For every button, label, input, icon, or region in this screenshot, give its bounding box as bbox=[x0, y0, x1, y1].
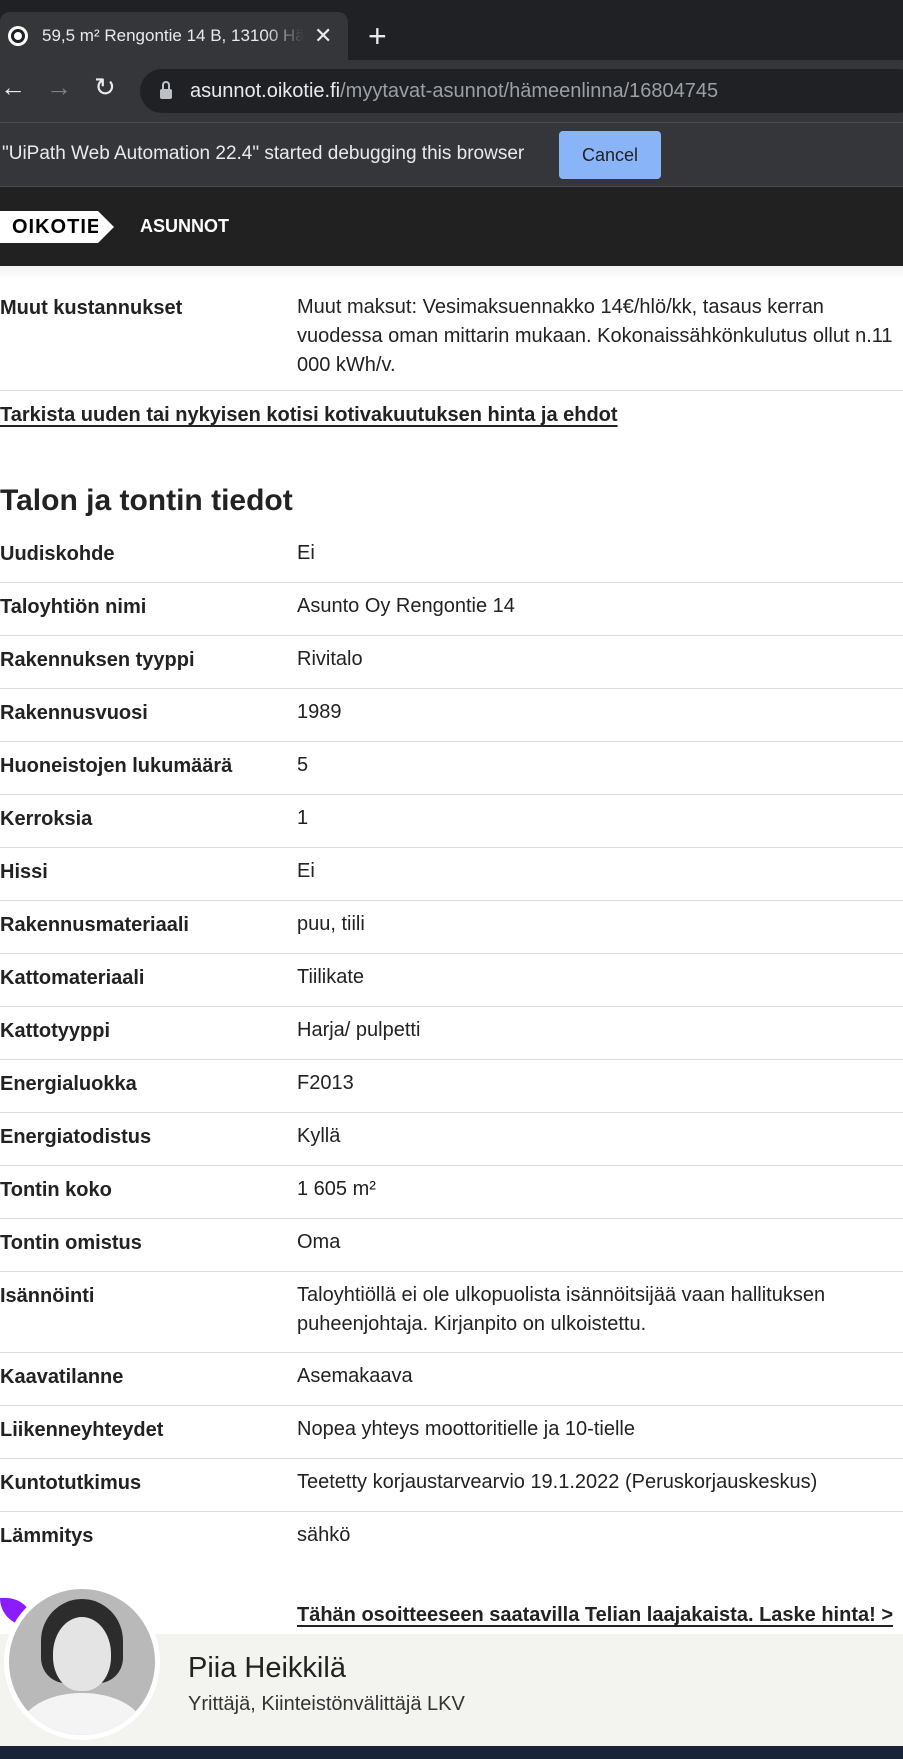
row-label: Tontin koko bbox=[0, 1179, 112, 1201]
row-label: Kuntotutkimus bbox=[0, 1472, 142, 1494]
row-label: Energialuokka bbox=[0, 1073, 137, 1095]
row-label: Liikenneyhteydet bbox=[0, 1419, 164, 1441]
new-tab-icon[interactable]: + bbox=[368, 20, 387, 52]
site-header: OIKOTIE ASUNNOT bbox=[0, 187, 903, 266]
agent-title: Yrittäjä, Kiinteistönvälittäjä LKV bbox=[188, 1693, 465, 1715]
table-row: Taloyhtiön nimi Asunto Oy Rengontie 14 bbox=[0, 583, 903, 636]
browser-tabstrip: 59,5 m² Rengontie 14 B, 13100 Hämeenlinn… bbox=[0, 0, 903, 60]
table-row: Uudiskohde Ei bbox=[0, 530, 903, 583]
table-row: Huoneistojen lukumäärä 5 bbox=[0, 742, 903, 795]
url-host: asunnot.oikotie.fi bbox=[190, 79, 341, 102]
row-value: F2013 bbox=[297, 1072, 354, 1094]
row-value: Kyllä bbox=[297, 1125, 341, 1147]
cancel-button[interactable]: Cancel bbox=[559, 131, 661, 179]
table-row: Kaavatilanne Asemakaava bbox=[0, 1353, 903, 1406]
section-link-asunnot[interactable]: ASUNNOT bbox=[140, 216, 229, 237]
row-label: Isännöinti bbox=[0, 1285, 95, 1307]
row-label: Kerroksia bbox=[0, 808, 93, 830]
row-value: Asemakaava bbox=[297, 1365, 413, 1387]
browser-tab[interactable]: 59,5 m² Rengontie 14 B, 13100 Hämeenlinn… bbox=[0, 12, 348, 60]
table-row: Energiatodistus Kyllä bbox=[0, 1113, 903, 1166]
table-row: Isännöinti Taloyhtiöllä ei ole ulkopuolis… bbox=[0, 1272, 903, 1353]
costs-label: Muut kustannukset bbox=[0, 297, 183, 319]
row-value: Asunto Oy Rengontie 14 bbox=[297, 595, 515, 617]
table-row: Rakennusvuosi 1989 bbox=[0, 689, 903, 742]
debugging-infobar: "UiPath Web Automation 22.4" started deb… bbox=[0, 122, 903, 187]
table-row: Hissi Ei bbox=[0, 848, 903, 901]
row-value: 1 bbox=[297, 807, 309, 829]
avatar bbox=[4, 1584, 160, 1740]
telia-broadband-link[interactable]: Tähän osoitteeseen saatavilla Telian laa… bbox=[297, 1604, 893, 1627]
table-row: Lämmitys sähkö bbox=[0, 1512, 903, 1565]
table-row: Kuntotutkimus Teetetty korjaustarvearvio … bbox=[0, 1459, 903, 1512]
table-row: Rakennuksen tyyppi Rivitalo bbox=[0, 636, 903, 689]
url-text: asunnot.oikotie.fi/myytavat-asunnot/häme… bbox=[190, 80, 718, 103]
table-row: Kerroksia 1 bbox=[0, 795, 903, 848]
row-value: 5 bbox=[297, 754, 309, 776]
costs-row: Muut kustannukset Muut maksut: Vesimaksu… bbox=[0, 280, 903, 391]
logo-arrow-shape bbox=[98, 211, 114, 243]
row-value: Oma bbox=[297, 1231, 341, 1253]
insurance-link[interactable]: Tarkista uuden tai nykyisen kotisi kotiv… bbox=[0, 404, 618, 427]
row-value: 1 605 m² bbox=[297, 1178, 376, 1200]
row-value: 1989 bbox=[297, 701, 342, 723]
section-title: Talon ja tontin tiedot bbox=[0, 484, 293, 517]
row-label: Kattotyyppi bbox=[0, 1020, 110, 1042]
favicon-icon bbox=[8, 26, 28, 46]
row-label: Huoneistojen lukumäärä bbox=[0, 755, 233, 777]
tab-title: 59,5 m² Rengontie 14 B, 13100 Hämeenlinn… bbox=[42, 26, 304, 45]
row-value: sähkö bbox=[297, 1524, 351, 1546]
row-value: Ei bbox=[297, 860, 315, 882]
row-label: Taloyhtiön nimi bbox=[0, 596, 147, 618]
table-row: Rakennusmateriaali puu, tiili bbox=[0, 901, 903, 954]
row-value: Nopea yhteys moottoritielle ja 10-tielle bbox=[297, 1418, 635, 1440]
agent-photo bbox=[9, 1589, 155, 1735]
table-row: Energialuokka F2013 bbox=[0, 1060, 903, 1113]
row-label: Rakennusmateriaali bbox=[0, 914, 189, 936]
row-value: Harja/ pulpetti bbox=[297, 1019, 421, 1041]
close-tab-icon[interactable]: ✕ bbox=[314, 25, 332, 47]
row-value: Teetetty korjaustarvearvio 19.1.2022 (Pe… bbox=[297, 1471, 818, 1493]
table-row: Liikenneyhteydet Nopea yhteys moottoritie… bbox=[0, 1406, 903, 1459]
row-label: Rakennusvuosi bbox=[0, 702, 148, 724]
table-row: Kattomateriaali Tiilikate bbox=[0, 954, 903, 1007]
table-row: Tontin omistus Oma bbox=[0, 1219, 903, 1272]
row-value: Tiilikate bbox=[297, 966, 365, 988]
costs-value: Muut maksut: Vesimaksuennakko 14€/hlö/kk… bbox=[297, 296, 893, 376]
row-label: Kattomateriaali bbox=[0, 967, 145, 989]
back-icon[interactable]: ← bbox=[0, 74, 26, 100]
row-label: Lämmitys bbox=[0, 1525, 94, 1547]
reload-icon[interactable]: ↻ bbox=[94, 74, 116, 100]
forward-icon[interactable]: → bbox=[46, 74, 72, 100]
address-bar[interactable]: asunnot.oikotie.fi/myytavat-asunnot/häme… bbox=[140, 69, 903, 113]
row-label: Rakennuksen tyyppi bbox=[0, 649, 195, 671]
agent-name: Piia Heikkilä bbox=[188, 1652, 346, 1684]
row-value: Taloyhtiöllä ei ole ulkopuolista isännöi… bbox=[297, 1284, 826, 1335]
row-label: Tontin omistus bbox=[0, 1232, 142, 1254]
row-label: Energiatodistus bbox=[0, 1126, 152, 1148]
row-value: puu, tiili bbox=[297, 913, 365, 935]
url-path: /myytavat-asunnot/hämeenlinna/16804745 bbox=[340, 79, 719, 102]
oikotie-logo[interactable]: OIKOTIE bbox=[0, 211, 100, 243]
row-value: Ei bbox=[297, 542, 315, 564]
bottom-bar bbox=[0, 1746, 903, 1759]
row-value: Rivitalo bbox=[297, 648, 363, 670]
row-label: Uudiskohde bbox=[0, 543, 115, 565]
row-label: Hissi bbox=[0, 861, 48, 883]
header-shadow bbox=[0, 266, 903, 280]
row-label: Kaavatilanne bbox=[0, 1366, 124, 1388]
infobar-message: "UiPath Web Automation 22.4" started deb… bbox=[2, 143, 525, 164]
browser-toolbar: ← → ↻ asunnot.oikotie.fi/myytavat-asunno… bbox=[0, 60, 903, 122]
table-row: Tontin koko 1 605 m² bbox=[0, 1166, 903, 1219]
lock-icon[interactable] bbox=[160, 81, 172, 99]
table-row: Kattotyyppi Harja/ pulpetti bbox=[0, 1007, 903, 1060]
